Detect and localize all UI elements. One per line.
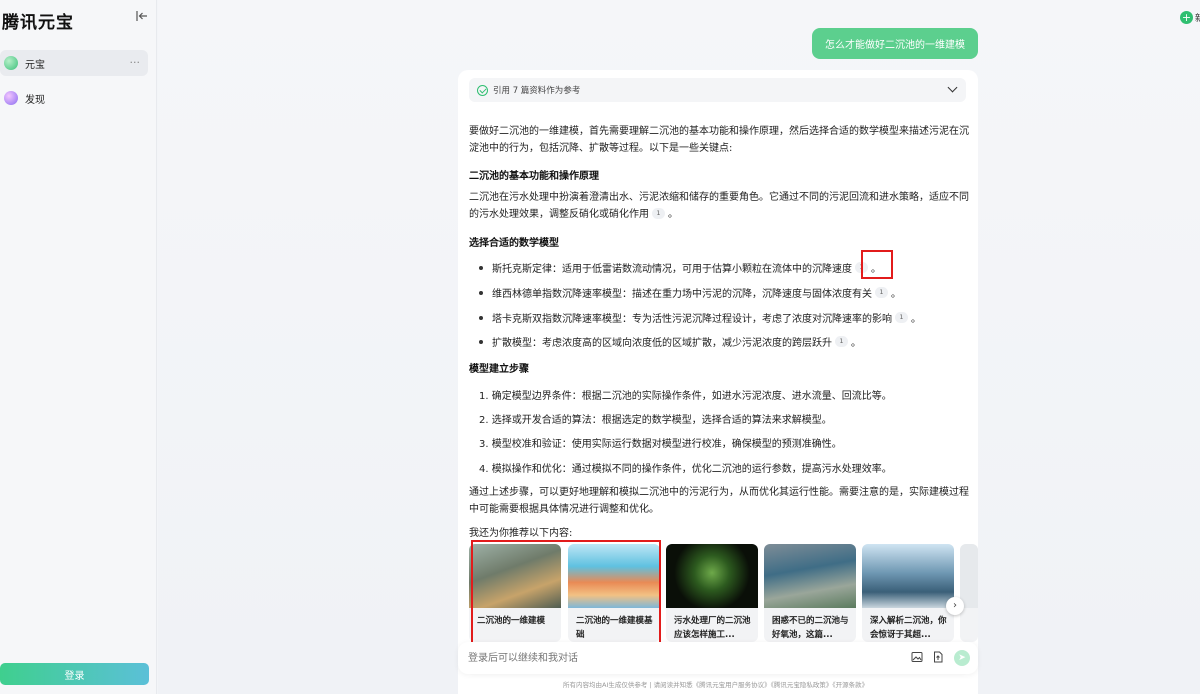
highlight-box: [471, 540, 661, 648]
footer-disclaimer: 所有内容均由AI生成仅供参考 | 请阅读并知悉《腾讯元宝用户服务协议》《腾讯元宝…: [563, 681, 869, 689]
new-chat-label: 新: [1194, 13, 1200, 24]
chat-input-bar: ➤: [458, 642, 978, 674]
list-item: 维西林德单指数沉降速率模型：描述在重力场中污泥的沉降，沉降速度与固体浓度有关 1。: [479, 285, 901, 300]
section-heading: 二沉池的基本功能和操作原理: [469, 171, 599, 182]
recommendation-title: 困惑不已的二沉池与好氧池，这篇...: [772, 616, 849, 640]
app-logo: 腾讯元宝: [2, 13, 74, 33]
list-item: 塔卡克斯双指数沉降速率模型：专为活性污泥沉降过程设计，考虑了浓度对沉降速率的影响…: [479, 310, 921, 325]
sidebar-item-label: 元宝: [25, 59, 45, 71]
chevron-down-icon: [947, 82, 958, 93]
more-options-icon[interactable]: ···: [130, 56, 141, 69]
sidebar: 腾讯元宝 元宝 ··· 发现 登录: [0, 0, 157, 694]
list-item: 4. 模拟操作和优化：通过模拟不同的操作条件，优化二沉池的运行参数，提高污水处理…: [479, 464, 892, 475]
answer-intro: 要做好二沉池的一维建模，首先需要理解二沉池的基本功能和操作原理，然后选择合适的数…: [469, 126, 969, 154]
recommendation-title: 深入解析二沉池，你会惊讶于其超...: [870, 616, 947, 640]
new-chat-button[interactable]: + 新: [1179, 9, 1200, 25]
image-upload-icon[interactable]: [910, 651, 923, 664]
reference-summary: 引用 7 篇资料作为参考: [493, 86, 581, 96]
check-circle-icon: [477, 84, 488, 96]
recommendation-card[interactable]: [960, 544, 978, 642]
recommendation-title: 污水处理厂的二沉池应该怎样施工...: [674, 616, 751, 640]
list-item: 3. 模型校准和验证：使用实际运行数据对模型进行校准，确保模型的预测准确性。: [479, 439, 842, 450]
yuanbao-icon: [4, 56, 18, 70]
answer-paragraph: 二沉池在污水处理中扮演着澄清出水、污泥浓缩和储存的重要角色。它通过不同的污泥回流…: [469, 192, 969, 220]
recommendation-card[interactable]: 污水处理厂的二沉池应该怎样施工...: [666, 544, 758, 642]
chat-area: + 新 怎么才能做好二沉池的一维建模 引用 7 篇资料作为参考 要做好二沉池的一…: [158, 0, 1200, 694]
recommendation-thumbnail: [764, 544, 856, 608]
citation-badge[interactable]: 1: [895, 312, 908, 323]
sidebar-item-yuanbao[interactable]: 元宝 ···: [0, 50, 148, 76]
plus-icon: +: [1179, 10, 1193, 24]
list-item: 2. 选择或开发合适的算法：根据选定的数学模型，选择合适的算法来求解模型。: [479, 415, 832, 426]
login-button[interactable]: 登录: [0, 663, 149, 685]
discover-icon: [4, 91, 18, 105]
recommendation-card[interactable]: 深入解析二沉池，你会惊讶于其超...: [862, 544, 954, 642]
recommendation-card[interactable]: 困惑不已的二沉池与好氧池，这篇...: [764, 544, 856, 642]
file-upload-icon[interactable]: [931, 651, 944, 664]
recommendation-thumbnail: [862, 544, 954, 608]
citation-badge[interactable]: 1: [875, 287, 888, 298]
user-message: 怎么才能做好二沉池的一维建模: [812, 28, 978, 59]
recommendation-thumbnail: [666, 544, 758, 608]
recommendation-thumbnail: [960, 544, 978, 608]
send-icon[interactable]: ➤: [954, 650, 970, 666]
list-item: 扩散模型：考虑浓度高的区域向浓度低的区域扩散，减少污泥浓度的跨层跃升 1。: [479, 334, 861, 349]
list-item: 1. 确定模型边界条件：根据二沉池的实际操作条件，如进水污泥浓度、进水流量、回流…: [479, 391, 892, 402]
section-heading: 模型建立步骤: [469, 364, 529, 375]
citation-badge[interactable]: 1: [652, 208, 665, 219]
reference-toggle[interactable]: 引用 7 篇资料作为参考: [469, 78, 966, 102]
assistant-answer: 引用 7 篇资料作为参考 要做好二沉池的一维建模，首先需要理解二沉池的基本功能和…: [458, 70, 978, 694]
list-item: 斯托克斯定律：适用于低雷诺数流动情况，可用于估算小颗粒在流体中的沉降速度 1。: [479, 260, 881, 275]
highlight-box: [861, 250, 893, 279]
answer-conclusion: 通过上述步骤，可以更好地理解和模拟二沉池中的污泥行为，从而优化其运行性能。需要注…: [469, 487, 969, 515]
citation-badge[interactable]: 1: [835, 336, 848, 347]
chat-input[interactable]: [468, 650, 868, 666]
section-heading: 选择合适的数学模型: [469, 238, 559, 249]
collapse-sidebar-icon[interactable]: [136, 10, 150, 24]
recommend-label: 我还为你推荐以下内容:: [469, 528, 573, 539]
sidebar-item-label: 发现: [25, 94, 45, 106]
sidebar-item-discover[interactable]: 发现: [0, 85, 148, 111]
chevron-right-icon[interactable]: ›: [946, 597, 964, 615]
